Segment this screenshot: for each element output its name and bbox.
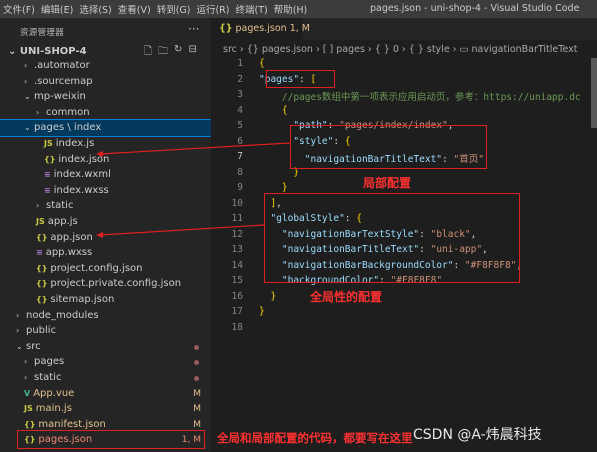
global-config-label: 全局性的配置	[310, 290, 383, 304]
annotation-arrows	[96, 142, 291, 238]
arrow-head-app-json	[96, 232, 103, 238]
arrow-index-json	[99, 142, 291, 155]
arrow-app-json	[99, 224, 265, 236]
bottom-note-label: 全局和局部配置的代码，都要写在这里	[217, 431, 413, 445]
watermark: CSDN @A-炜晨科技	[413, 427, 542, 443]
local-config-label: 局部配置	[363, 176, 412, 190]
arrow-head-index-json	[96, 151, 103, 157]
